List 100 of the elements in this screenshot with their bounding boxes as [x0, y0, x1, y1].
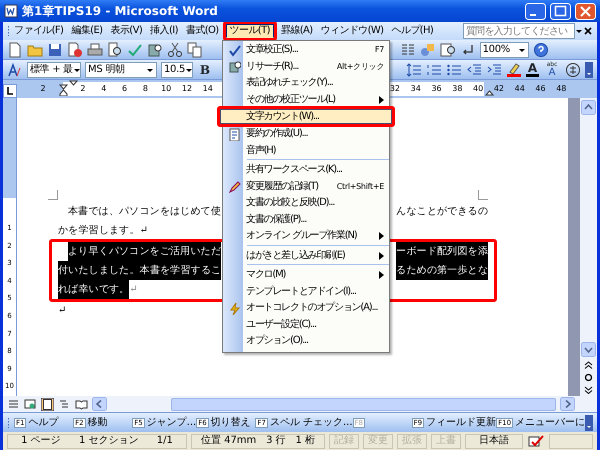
menu-item[interactable]: はがきと差し込み印刷(E) — [223, 248, 389, 264]
shortcut-text: F7 — [374, 45, 384, 56]
key-action: ヘルプ — [28, 416, 58, 428]
menu-item[interactable]: ツール(T) — [226, 24, 274, 38]
scroll-left-icon[interactable] — [92, 397, 107, 411]
status-text: 位置 47mm — [200, 435, 256, 447]
ruler-number: 36 — [431, 84, 442, 93]
left-indent-marker-icon[interactable] — [59, 84, 68, 96]
highlighter-icon[interactable] — [506, 62, 522, 78]
key-action: ジャンプ... — [146, 416, 196, 428]
menu-item[interactable]: ウィンドウ(W) — [316, 24, 388, 38]
bold-button[interactable]: B — [197, 60, 213, 78]
menu-item[interactable]: オンライン グループ作業(N) — [223, 228, 389, 244]
menu-item[interactable]: ヘルプ(H) — [387, 24, 438, 38]
web-layout-icon[interactable] — [24, 398, 37, 410]
font-color-button[interactable]: A — [526, 62, 539, 77]
shortcut-text: Alt+クリック — [336, 62, 384, 72]
styles-icon[interactable] — [7, 62, 23, 78]
decrease-indent-icon[interactable] — [466, 62, 482, 78]
enclosed-character-icon[interactable] — [565, 62, 581, 78]
permission-icon[interactable] — [67, 42, 83, 58]
columns-icon[interactable] — [400, 42, 416, 58]
font-size-dropdown[interactable]: 10.5 — [161, 62, 193, 78]
print-preview-icon[interactable] — [107, 42, 123, 58]
scroll-up-icon[interactable] — [581, 100, 596, 115]
help-search-field[interactable]: 質問を入力してください — [463, 23, 575, 39]
scissors-icon[interactable] — [167, 42, 183, 58]
outline-view-icon[interactable] — [58, 398, 71, 410]
ruler-number: 32 — [390, 84, 400, 93]
browse-object-icon[interactable] — [584, 373, 593, 382]
key-action: フィールド更新 — [426, 416, 496, 428]
ruler-number: 40 — [473, 84, 484, 93]
menu-item[interactable]: ファイル(F) — [10, 24, 68, 38]
menu-item[interactable]: 音声(H) — [223, 142, 389, 159]
close-icon[interactable] — [583, 26, 593, 36]
menu-item[interactable]: 共有ワークスペース(K)... — [223, 162, 389, 178]
menu-item[interactable]: 文章校正(S)... F7 — [223, 42, 389, 58]
font-value: MS 明朝 — [88, 64, 126, 76]
printer-icon[interactable] — [87, 42, 103, 58]
submenu-arrow-icon — [379, 271, 384, 280]
menu-item[interactable]: 表記ゆれチェック(Y)... — [223, 75, 389, 92]
vertical-scrollbar[interactable] — [580, 98, 597, 396]
menu-item[interactable]: 文書の保護(P)... — [223, 212, 389, 228]
menu-item[interactable]: 編集(E) — [67, 24, 106, 38]
key-action: 切り替え — [210, 416, 251, 428]
toolbar-grip-icon[interactable] — [7, 25, 10, 37]
previous-page-icon[interactable] — [584, 361, 593, 369]
line-spacing-icon[interactable] — [406, 62, 422, 78]
paragraph-text: れば幸いです。 — [58, 280, 130, 299]
zoom-dropdown[interactable]: 100% — [480, 42, 529, 58]
menu-item[interactable]: 罫線(A) — [276, 24, 317, 38]
menu-item[interactable]: オートコレクトのオプション(A)... — [223, 300, 389, 316]
ruler-number: 48 — [556, 84, 566, 93]
toolbar-grip-icon[interactable] — [7, 416, 10, 428]
submenu-arrow-icon — [379, 96, 384, 104]
menu-item[interactable]: 要約の作成(U)... — [223, 126, 389, 142]
status-text: 1 桁 — [296, 435, 316, 447]
tab-selector-icon[interactable] — [3, 84, 17, 98]
right-indent-marker-icon[interactable] — [485, 90, 494, 96]
paragraph-text: かを学習します。↵ — [58, 224, 148, 238]
spelling-check-icon[interactable] — [127, 42, 143, 58]
scroll-right-icon[interactable] — [560, 397, 575, 411]
normal-view-icon[interactable] — [7, 398, 20, 410]
menu-item[interactable]: マクロ(M) — [223, 267, 389, 284]
ruler-number: 10 — [161, 84, 172, 93]
paragraph-text: んなことができるの — [396, 205, 488, 219]
menu-item[interactable]: ユーザー設定(C)... — [223, 316, 389, 333]
print-layout-icon[interactable] — [41, 398, 54, 410]
style-dropdown[interactable]: 標準 + 最 — [27, 62, 81, 78]
next-page-icon[interactable] — [584, 386, 593, 394]
ruler-number: 2 — [40, 84, 46, 93]
spelling-status-icon — [527, 434, 545, 448]
menu-item[interactable]: その他の校正ツール(L) — [223, 92, 389, 108]
maximize-icon[interactable] — [550, 2, 571, 20]
menu-item[interactable]: 文字カウント(W)... — [217, 106, 395, 127]
font-dropdown[interactable]: MS 明朝 — [85, 62, 157, 78]
summary-icon — [228, 128, 241, 141]
word-document-icon — [4, 4, 18, 18]
checkmark-icon — [228, 44, 241, 57]
menu-item[interactable]: テンプレートとアドイン(I)... — [223, 284, 389, 300]
scroll-down-icon[interactable] — [581, 342, 596, 357]
menu-item[interactable]: 表示(V) — [106, 24, 146, 38]
paragraph-text: ーボード配列図を添 — [396, 242, 488, 261]
toolbar-options-icon[interactable] — [585, 414, 594, 430]
document-map-icon[interactable] — [440, 42, 456, 58]
menu-item[interactable]: 文書の比較と反映(D)... — [223, 195, 389, 212]
minimize-icon[interactable] — [525, 2, 546, 20]
copy-icon[interactable] — [187, 42, 203, 58]
menu-item[interactable]: 挿入(I) — [146, 24, 182, 38]
help-icon[interactable] — [533, 42, 549, 58]
menu-item[interactable]: 変更履歴の記録(T) Ctrl+Shift+E — [223, 178, 389, 195]
increase-indent-icon[interactable] — [486, 62, 502, 78]
style-value: 標準 + 最 — [30, 64, 73, 76]
scrollbar-thumb[interactable] — [171, 398, 556, 410]
menu-item[interactable]: 書式(O) — [182, 24, 223, 38]
menu-item[interactable]: リサーチ(R)... Alt+クリック — [223, 58, 389, 75]
toolbar-options-icon[interactable] — [585, 62, 593, 78]
key-action: スペル チェック... — [270, 416, 353, 428]
reading-layout-icon[interactable] — [75, 398, 88, 410]
menu-item[interactable]: オプション(O)... — [223, 333, 389, 350]
